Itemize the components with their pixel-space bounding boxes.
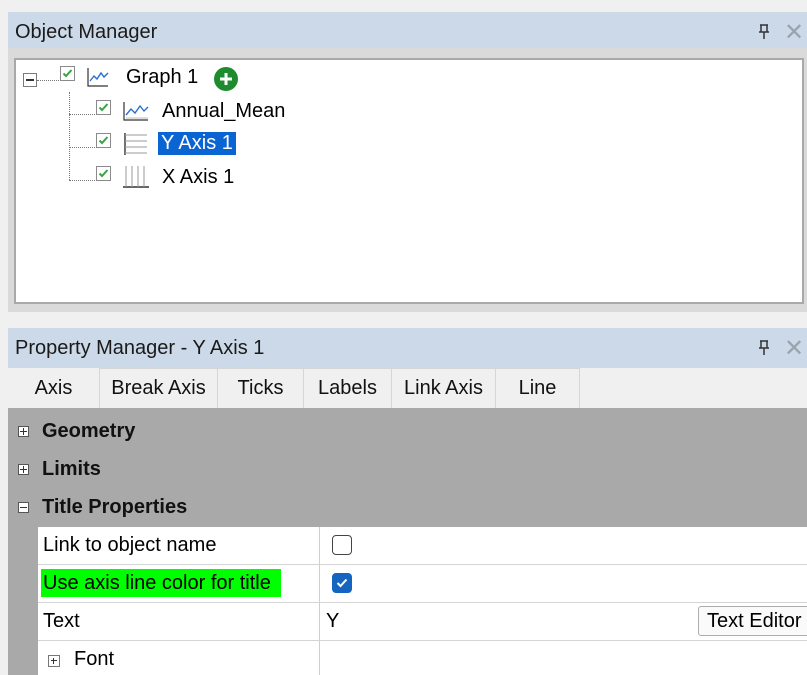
tree-connector xyxy=(69,147,97,148)
checkbox-annual-mean[interactable] xyxy=(96,100,111,115)
tree-connector xyxy=(69,92,70,180)
link-to-object-name-checkbox[interactable] xyxy=(332,535,352,555)
collapse-icon[interactable] xyxy=(18,501,29,513)
column-divider[interactable] xyxy=(319,603,320,640)
category-label: Geometry xyxy=(42,419,136,442)
object-manager-title: Object Manager xyxy=(15,20,158,43)
property-manager-title: Property Manager - Y Axis 1 xyxy=(15,336,265,359)
tab-link-axis[interactable]: Link Axis xyxy=(392,368,496,408)
column-divider[interactable] xyxy=(319,641,320,675)
category-label: Title Properties xyxy=(42,495,188,518)
tab-break-axis[interactable]: Break Axis xyxy=(100,368,218,408)
tree-node-graph1[interactable]: Graph 1 xyxy=(126,66,198,89)
property-manager-titlebar: Property Manager - Y Axis 1 ✕ xyxy=(8,328,807,368)
tree-node-annual-mean[interactable]: Annual_Mean xyxy=(162,100,285,123)
tree-node-x-axis-1[interactable]: X Axis 1 xyxy=(162,166,234,189)
property-label-highlighted: Use axis line color for title xyxy=(41,569,281,597)
tab-line[interactable]: Line xyxy=(496,368,580,408)
property-row-text[interactable]: Text Y Text Editor xyxy=(38,603,807,641)
expand-icon[interactable] xyxy=(48,655,60,667)
checkbox-x-axis-1[interactable] xyxy=(96,166,111,181)
close-icon[interactable]: ✕ xyxy=(781,19,807,46)
expand-icon[interactable] xyxy=(18,463,29,475)
expand-icon[interactable] xyxy=(18,425,29,437)
tree-connector xyxy=(37,80,61,81)
column-divider[interactable] xyxy=(319,527,320,564)
use-axis-line-color-checkbox[interactable] xyxy=(332,573,352,593)
add-plus-icon[interactable] xyxy=(214,67,238,91)
property-row-use-axis-line-color[interactable]: Use axis line color for title xyxy=(38,565,807,603)
property-tabs: Axis Break Axis Ticks Labels Link Axis L… xyxy=(8,368,807,408)
x-axis-icon xyxy=(122,164,150,195)
tab-ticks[interactable]: Ticks xyxy=(218,368,304,408)
property-row-link-to-object-name[interactable]: Link to object name xyxy=(38,527,807,565)
property-label: Link to object name xyxy=(43,534,217,556)
checkbox-graph1[interactable] xyxy=(60,66,75,81)
category-label: Limits xyxy=(42,457,101,480)
collapse-toggle-graph1[interactable] xyxy=(23,73,37,87)
property-grid: Geometry Limits Title Properties Link to… xyxy=(8,408,807,675)
property-label: Text xyxy=(43,610,80,632)
text-editor-button[interactable]: Text Editor xyxy=(698,606,807,636)
tree-connector xyxy=(69,114,97,115)
property-label: Font xyxy=(74,648,115,670)
property-row-font[interactable]: Font xyxy=(38,641,807,675)
y-axis-icon xyxy=(122,132,150,161)
tab-axis[interactable]: Axis xyxy=(8,368,100,408)
category-limits[interactable]: Limits xyxy=(8,450,807,488)
object-manager-titlebar: Object Manager ✕ xyxy=(8,12,807,52)
tree-connector xyxy=(69,180,97,181)
object-tree[interactable]: Graph 1 Annual_Mean Y Axis 1 X Axis 1 xyxy=(14,58,804,304)
category-geometry[interactable]: Geometry xyxy=(8,412,807,450)
checkbox-y-axis-1[interactable] xyxy=(96,133,111,148)
tab-labels[interactable]: Labels xyxy=(304,368,392,408)
graph-icon xyxy=(86,66,110,93)
line-plot-icon xyxy=(122,100,150,127)
column-divider[interactable] xyxy=(319,565,320,602)
tree-node-y-axis-1[interactable]: Y Axis 1 xyxy=(157,131,237,156)
pin-icon[interactable] xyxy=(751,335,777,361)
close-icon[interactable]: ✕ xyxy=(781,335,807,362)
pin-icon[interactable] xyxy=(751,19,777,45)
title-text-value[interactable]: Y xyxy=(326,610,339,633)
category-title-properties[interactable]: Title Properties xyxy=(8,488,807,526)
